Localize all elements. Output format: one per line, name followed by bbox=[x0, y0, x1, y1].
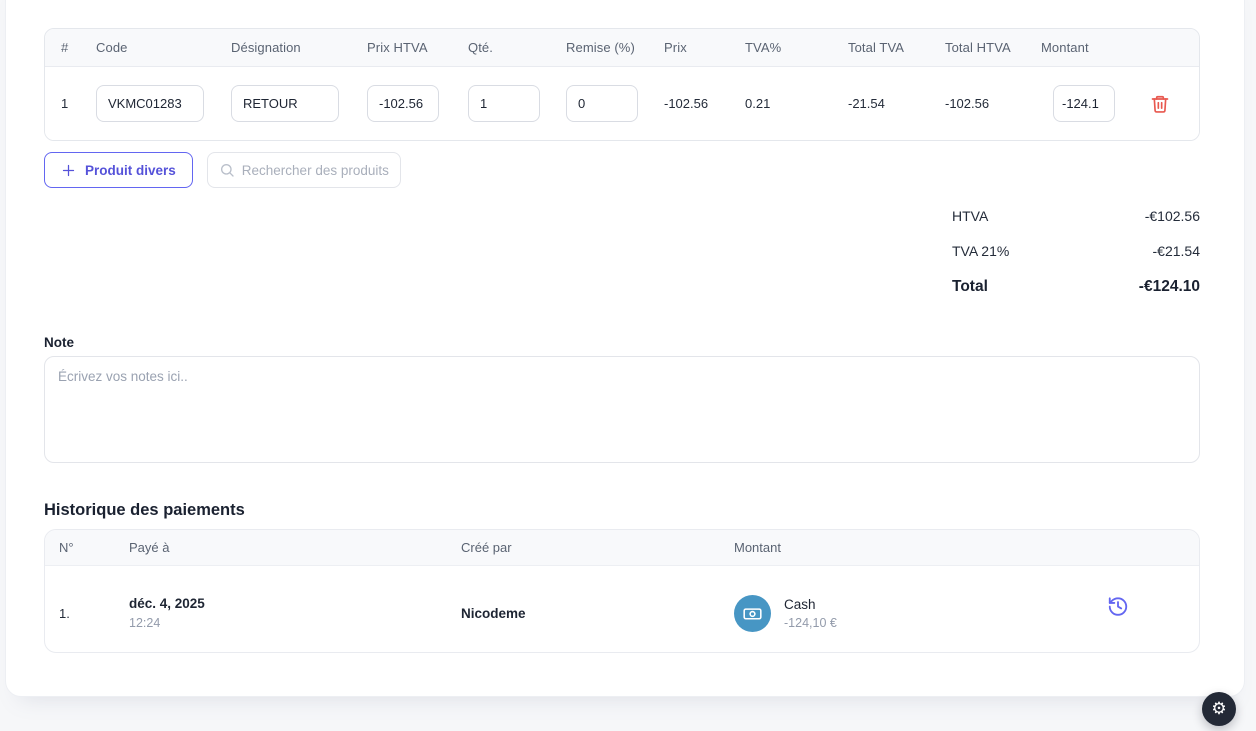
code-input[interactable] bbox=[96, 85, 204, 122]
actions-row: Produit divers bbox=[44, 152, 401, 188]
totals-tva-value: -€21.54 bbox=[1152, 243, 1200, 260]
totals-htva-value: -€102.56 bbox=[1144, 207, 1200, 224]
payments-table: N° Payé à Créé par Montant 1. déc. 4, 20… bbox=[44, 529, 1200, 653]
pay-col-num: N° bbox=[59, 540, 74, 555]
montant-input[interactable] bbox=[1053, 85, 1115, 122]
payments-title: Historique des paiements bbox=[44, 501, 245, 519]
payment-row: 1. déc. 4, 2025 12:24 Nicodeme Cash -124… bbox=[45, 566, 1199, 652]
totals-htva-label: HTVA bbox=[952, 207, 989, 224]
col-header-qte: Qté. bbox=[468, 40, 493, 55]
product-search-input[interactable] bbox=[241, 162, 389, 178]
line-items-header: # Code Désignation Prix HTVA Qté. Remise… bbox=[45, 29, 1199, 67]
payment-date: déc. 4, 2025 bbox=[129, 596, 205, 611]
totals-tva-row: TVA 21% -€21.54 bbox=[952, 234, 1200, 270]
col-header-montant: Montant bbox=[1041, 40, 1089, 55]
add-product-label: Produit divers bbox=[85, 162, 176, 178]
payment-created-by: Nicodeme bbox=[461, 605, 526, 621]
note-textarea[interactable] bbox=[44, 356, 1200, 463]
invoice-card: # Code Désignation Prix HTVA Qté. Remise… bbox=[5, 0, 1245, 697]
line-items-table: # Code Désignation Prix HTVA Qté. Remise… bbox=[44, 28, 1200, 141]
col-header-code: Code bbox=[96, 40, 128, 55]
totals-total-value: -€124.10 bbox=[1138, 277, 1200, 295]
prix-htva-input[interactable] bbox=[367, 85, 439, 122]
totals-total-label: Total bbox=[952, 277, 988, 295]
payment-amount: -124,10 € bbox=[784, 615, 837, 630]
pay-col-amount: Montant bbox=[734, 540, 781, 555]
qte-input[interactable] bbox=[468, 85, 540, 122]
prix-value: -102.56 bbox=[664, 96, 709, 111]
total-tva-value: -21.54 bbox=[848, 96, 885, 111]
line-number: 1 bbox=[61, 96, 69, 111]
history-icon bbox=[1107, 596, 1129, 618]
pay-col-paid-at: Payé à bbox=[129, 540, 170, 555]
totals-summary: HTVA -€102.56 TVA 21% -€21.54 Total -€12… bbox=[952, 198, 1200, 305]
totals-total-row: Total -€124.10 bbox=[952, 269, 1200, 305]
remise-input[interactable] bbox=[566, 85, 638, 122]
payment-time: 12:24 bbox=[129, 616, 161, 630]
total-htva-value: -102.56 bbox=[945, 96, 990, 111]
payment-history-button[interactable] bbox=[1103, 592, 1133, 622]
settings-fab[interactable]: ⚙ bbox=[1202, 692, 1236, 726]
add-product-button[interactable]: Produit divers bbox=[44, 152, 193, 188]
gear-icon: ⚙ bbox=[1211, 698, 1227, 719]
col-header-prix-htva: Prix HTVA bbox=[367, 40, 428, 55]
col-header-tva-pct: TVA% bbox=[745, 40, 782, 55]
col-header-designation: Désignation bbox=[231, 40, 301, 55]
note-label: Note bbox=[44, 335, 74, 350]
totals-htva-row: HTVA -€102.56 bbox=[952, 198, 1200, 234]
payment-method-text: Cash -124,10 € bbox=[784, 595, 837, 632]
product-search-box bbox=[206, 152, 401, 188]
pay-col-created-by: Créé par bbox=[461, 540, 512, 555]
designation-input[interactable] bbox=[231, 85, 339, 122]
col-header-num: # bbox=[61, 40, 69, 55]
line-item-row: 1 -102.56 0.21 -21.54 -102.56 bbox=[45, 67, 1199, 140]
payment-number: 1. bbox=[59, 605, 70, 621]
banknote-icon bbox=[734, 594, 771, 632]
col-header-remise: Remise (%) bbox=[566, 40, 635, 55]
col-header-prix: Prix bbox=[664, 40, 687, 55]
delete-row-button[interactable] bbox=[1146, 90, 1174, 118]
search-icon bbox=[219, 162, 235, 178]
trash-icon bbox=[1150, 94, 1170, 114]
totals-tva-label: TVA 21% bbox=[952, 243, 1010, 260]
col-header-total-htva: Total HTVA bbox=[945, 40, 1011, 55]
payment-method-name: Cash bbox=[784, 596, 816, 612]
payment-paid-at: déc. 4, 2025 12:24 bbox=[129, 594, 461, 632]
tva-pct-value: 0.21 bbox=[745, 96, 771, 111]
plus-icon bbox=[61, 163, 76, 178]
col-header-total-tva: Total TVA bbox=[848, 40, 905, 55]
payments-header: N° Payé à Créé par Montant bbox=[45, 530, 1199, 566]
